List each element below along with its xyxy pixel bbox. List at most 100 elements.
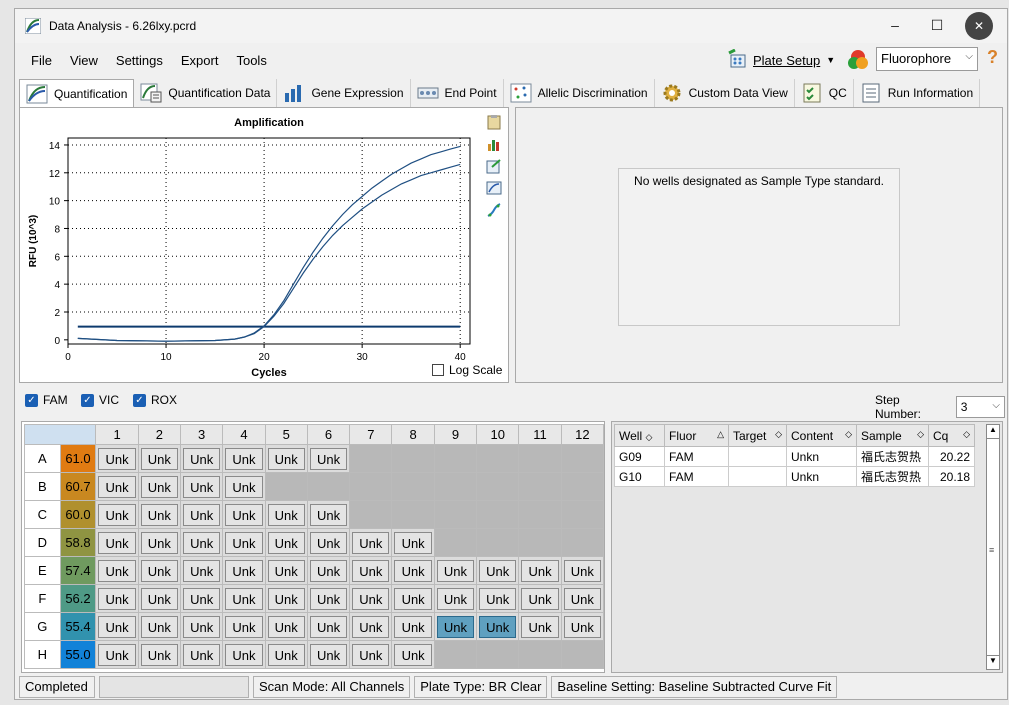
curve-fit-icon[interactable] (486, 202, 502, 218)
plate-row-header[interactable]: F (24, 584, 61, 613)
plate-well[interactable]: Unk (137, 612, 182, 641)
plate-well[interactable]: Unk (179, 472, 224, 501)
plate-column-header[interactable]: 11 (518, 424, 562, 445)
plate-well[interactable]: Unk (179, 584, 224, 613)
plate-well[interactable]: Unk (264, 444, 308, 473)
chart-settings-icon[interactable] (486, 136, 502, 152)
plate-well[interactable]: Unk (264, 612, 308, 641)
plate-well[interactable]: Unk (222, 500, 266, 529)
close-button[interactable]: ✕ (965, 12, 993, 40)
menu-tools[interactable]: Tools (234, 51, 268, 70)
plate-select-all[interactable] (23, 424, 97, 445)
plate-well-empty[interactable] (349, 500, 393, 529)
zoom-chart-icon[interactable] (486, 180, 502, 196)
plate-row-header[interactable]: C (24, 500, 61, 529)
plate-well-empty[interactable] (560, 528, 605, 557)
tab-gene-expression[interactable]: Gene Expression (277, 79, 411, 107)
col-header-fluor[interactable]: Fluor △ (664, 424, 729, 447)
scroll-grip-icon[interactable]: ≡ (989, 545, 994, 555)
plate-well[interactable]: Unk (349, 556, 393, 585)
col-header-well[interactable]: Well ◇ (614, 424, 665, 447)
plate-well-empty[interactable] (433, 472, 478, 501)
plate-well-empty[interactable] (306, 472, 351, 501)
plate-well[interactable]: Unk (95, 500, 139, 529)
plate-column-header[interactable]: 7 (349, 424, 393, 445)
plate-well[interactable]: Unk (560, 584, 605, 613)
plate-well-empty[interactable] (560, 640, 605, 669)
results-row[interactable]: G10 FAM Unkn 福氏志贺热 20.18 (614, 466, 975, 487)
plate-well[interactable]: Unk (179, 500, 224, 529)
plate-well[interactable]: Unk (349, 612, 393, 641)
tab-qc[interactable]: QC (795, 79, 854, 107)
tab-custom-data-view[interactable]: Custom Data View (655, 79, 795, 107)
plate-column-header[interactable]: 8 (391, 424, 435, 445)
clipboard-icon[interactable] (486, 114, 502, 130)
plate-well[interactable]: Unk (222, 444, 266, 473)
plate-well[interactable]: Unk (560, 612, 605, 641)
plate-well[interactable]: Unk (391, 612, 435, 641)
plate-well[interactable]: Unk (137, 472, 182, 501)
plate-column-header[interactable]: 9 (433, 424, 478, 445)
plate-well-empty[interactable] (476, 472, 520, 501)
col-header-sample[interactable]: Sample ◇ (856, 424, 929, 447)
plate-well[interactable]: Unk (306, 500, 351, 529)
plate-well[interactable]: Unk (306, 444, 351, 473)
plate-well[interactable]: Unk (137, 500, 182, 529)
log-scale-checkbox[interactable]: Log Scale (432, 363, 502, 377)
plate-well-empty[interactable] (518, 444, 562, 473)
plate-column-header[interactable]: 10 (476, 424, 520, 445)
plate-well[interactable]: Unk (391, 528, 435, 557)
plate-well[interactable]: Unk (433, 556, 478, 585)
plate-well[interactable]: Unk (476, 612, 520, 641)
plate-well[interactable]: Unk (179, 640, 224, 669)
plate-well-empty[interactable] (560, 472, 605, 501)
plate-well-empty[interactable] (476, 500, 520, 529)
tab-run-information[interactable]: Run Information (854, 79, 981, 107)
fluorophore-color-icon[interactable] (845, 47, 871, 73)
plate-well[interactable]: Unk (222, 612, 266, 641)
plate-well[interactable]: Unk (349, 528, 393, 557)
help-icon[interactable]: ? (987, 47, 998, 68)
plate-well-empty[interactable] (518, 472, 562, 501)
plate-row-header[interactable]: G (24, 612, 61, 641)
plate-well-empty[interactable] (476, 444, 520, 473)
menu-settings[interactable]: Settings (114, 51, 165, 70)
plate-column-header[interactable]: 6 (306, 424, 351, 445)
results-row[interactable]: G09 FAM Unkn 福氏志贺热 20.22 (614, 446, 975, 467)
plate-well-empty[interactable] (349, 472, 393, 501)
plate-well[interactable]: Unk (222, 528, 266, 557)
minimize-button[interactable]: – (875, 13, 915, 37)
plate-well[interactable]: Unk (518, 612, 562, 641)
plate-well[interactable]: Unk (306, 528, 351, 557)
plate-row-header[interactable]: A (24, 444, 61, 473)
plate-row-header[interactable]: D (24, 528, 61, 557)
plate-column-header[interactable]: 4 (222, 424, 266, 445)
plate-well[interactable]: Unk (95, 584, 139, 613)
fluorophore-select[interactable]: Fluorophore ⌵ (876, 47, 978, 71)
plate-well[interactable]: Unk (306, 584, 351, 613)
tab-quantification[interactable]: Quantification (19, 79, 135, 107)
plate-well[interactable]: Unk (137, 640, 182, 669)
plate-well[interactable]: Unk (179, 612, 224, 641)
plate-well[interactable]: Unk (95, 556, 139, 585)
plate-well-empty[interactable] (560, 500, 605, 529)
plate-well[interactable]: Unk (433, 612, 478, 641)
tab-end-point[interactable]: End Point (411, 79, 504, 107)
log-scale-checkbox-box[interactable] (432, 364, 444, 376)
plate-well[interactable]: Unk (306, 640, 351, 669)
plate-well[interactable]: Unk (349, 584, 393, 613)
plate-well[interactable]: Unk (476, 584, 520, 613)
results-scrollbar[interactable]: ▲ ≡ ▼ (986, 424, 1000, 670)
export-chart-icon[interactable] (486, 158, 502, 174)
plate-well-empty[interactable] (518, 500, 562, 529)
plate-well-empty[interactable] (476, 528, 520, 557)
plate-well[interactable]: Unk (179, 444, 224, 473)
plate-well[interactable]: Unk (391, 640, 435, 669)
plate-well[interactable]: Unk (391, 556, 435, 585)
plate-well-empty[interactable] (433, 528, 478, 557)
scroll-down-icon[interactable]: ▼ (987, 655, 999, 669)
plate-column-header[interactable]: 2 (137, 424, 182, 445)
plate-well[interactable]: Unk (264, 584, 308, 613)
plate-column-header[interactable]: 12 (560, 424, 605, 445)
plate-well[interactable]: Unk (95, 444, 139, 473)
